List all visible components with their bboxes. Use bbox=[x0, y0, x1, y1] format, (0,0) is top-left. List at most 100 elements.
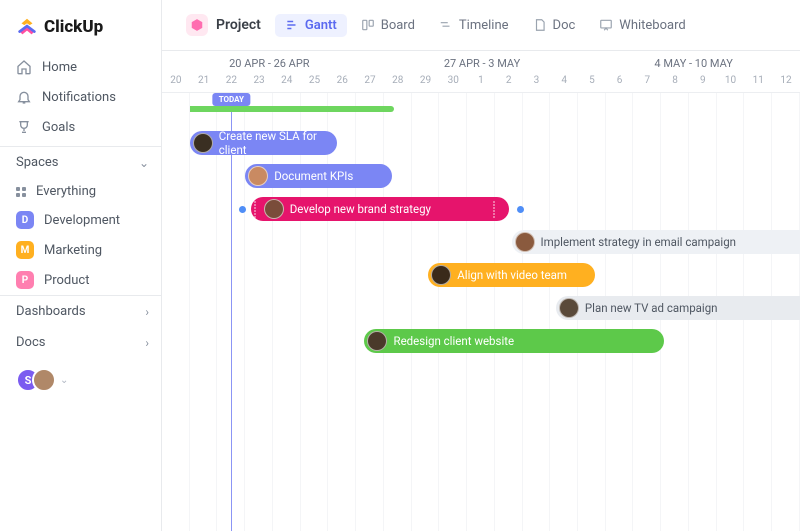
date-cell: 3 bbox=[523, 75, 551, 92]
task-bar[interactable]: Align with video team bbox=[428, 263, 594, 287]
timeline-icon bbox=[439, 18, 453, 32]
date-cell: 28 bbox=[384, 75, 412, 92]
date-cell: 26 bbox=[328, 75, 356, 92]
chevron-down-icon: ⌄ bbox=[139, 156, 149, 170]
date-cell: 12 bbox=[772, 75, 800, 92]
view-tab-whiteboard[interactable]: Whiteboard bbox=[589, 14, 695, 37]
avatar bbox=[431, 265, 451, 285]
space-label: Development bbox=[44, 213, 120, 228]
task-label: Implement strategy in email campaign bbox=[541, 235, 737, 249]
nav-goals[interactable]: Goals bbox=[0, 112, 161, 142]
week-label: 4 MAY - 10 MAY bbox=[654, 57, 732, 70]
spaces-label: Spaces bbox=[16, 155, 59, 170]
brand-logo[interactable]: ClickUp bbox=[0, 0, 161, 48]
avatar bbox=[248, 166, 268, 186]
date-cell: 6 bbox=[606, 75, 634, 92]
date-cell: 7 bbox=[633, 75, 661, 92]
task-label: Align with video team bbox=[457, 268, 567, 282]
nav-notifications-label: Notifications bbox=[42, 90, 116, 105]
dashboards-label: Dashboards bbox=[16, 304, 86, 319]
connector-dot bbox=[239, 206, 246, 213]
docs-label: Docs bbox=[16, 335, 45, 350]
sidebar-space-marketing[interactable]: M Marketing bbox=[0, 235, 161, 265]
nav-notifications[interactable]: Notifications bbox=[0, 82, 161, 112]
avatar bbox=[32, 368, 56, 392]
bell-icon bbox=[16, 89, 32, 105]
task-label: Document KPIs bbox=[274, 169, 353, 183]
date-cell: 22 bbox=[217, 75, 245, 92]
spaces-section-header[interactable]: Spaces ⌄ bbox=[0, 146, 161, 178]
avatar bbox=[559, 298, 579, 318]
cube-icon bbox=[186, 14, 208, 36]
chevron-right-icon: › bbox=[145, 305, 149, 319]
trophy-icon bbox=[16, 119, 32, 135]
gantt-icon bbox=[285, 18, 299, 32]
task-bar[interactable]: Document KPIs bbox=[245, 164, 392, 188]
sidebar-space-development[interactable]: D Development bbox=[0, 205, 161, 235]
sidebar-item-everything[interactable]: Everything bbox=[0, 178, 161, 205]
task-label: Plan new TV ad campaign bbox=[585, 301, 718, 315]
date-cell: 25 bbox=[301, 75, 329, 92]
date-cell: 23 bbox=[245, 75, 273, 92]
date-cell: 24 bbox=[273, 75, 301, 92]
task-bar[interactable]: Develop new brand strategy bbox=[251, 197, 509, 221]
gantt-timeline[interactable]: 20 APR - 26 APR 27 APR - 3 MAY 4 MAY - 10 … bbox=[162, 51, 800, 531]
date-cell: 30 bbox=[439, 75, 467, 92]
task-bar[interactable]: Create new SLA for client bbox=[190, 131, 337, 155]
view-tab-gantt[interactable]: Gantt bbox=[275, 14, 347, 37]
view-tab-timeline[interactable]: Timeline bbox=[429, 14, 519, 37]
date-cell: 5 bbox=[578, 75, 606, 92]
drag-handle-icon[interactable] bbox=[493, 201, 499, 218]
user-avatars[interactable]: S ⌄ bbox=[0, 358, 161, 402]
tasks-container: Create new SLA for client Document KPIs De… bbox=[162, 131, 800, 531]
date-cell: 2 bbox=[495, 75, 523, 92]
space-label: Product bbox=[44, 273, 89, 288]
docs-section-header[interactable]: Docs › bbox=[0, 327, 161, 358]
task-bar[interactable]: Implement strategy in email campaign bbox=[512, 230, 800, 254]
date-cell: 20 bbox=[162, 75, 190, 92]
chevron-right-icon: › bbox=[145, 336, 149, 350]
project-title: Project bbox=[216, 17, 261, 33]
avatar bbox=[264, 199, 284, 219]
date-cell: 9 bbox=[689, 75, 717, 92]
date-row: 2021222324252627282930123456789101112 bbox=[162, 75, 800, 93]
avatar bbox=[367, 331, 387, 351]
space-badge: M bbox=[16, 241, 34, 259]
home-icon bbox=[16, 59, 32, 75]
nav-home[interactable]: Home bbox=[0, 52, 161, 82]
date-cell: 11 bbox=[744, 75, 772, 92]
task-bar[interactable]: Plan new TV ad campaign bbox=[556, 296, 800, 320]
space-label: Marketing bbox=[44, 243, 102, 258]
task-bar[interactable]: Redesign client website bbox=[364, 329, 664, 353]
task-label: Develop new brand strategy bbox=[290, 202, 431, 216]
date-cell: 21 bbox=[190, 75, 218, 92]
task-label: Redesign client website bbox=[393, 334, 514, 348]
brand-name: ClickUp bbox=[44, 17, 103, 37]
view-tab-board[interactable]: Board bbox=[351, 14, 425, 37]
week-labels: 20 APR - 26 APR 27 APR - 3 MAY 4 MAY - 10 … bbox=[162, 57, 800, 70]
progress-fill bbox=[190, 106, 394, 112]
space-badge: D bbox=[16, 211, 34, 229]
doc-icon bbox=[533, 18, 547, 32]
space-badge: P bbox=[16, 271, 34, 289]
nav-goals-label: Goals bbox=[42, 120, 75, 135]
avatar bbox=[193, 133, 213, 153]
dashboards-section-header[interactable]: Dashboards › bbox=[0, 295, 161, 327]
drag-handle-icon[interactable] bbox=[254, 201, 260, 218]
week-label: 20 APR - 26 APR bbox=[229, 57, 309, 70]
whiteboard-icon bbox=[599, 18, 613, 32]
sidebar-everything-label: Everything bbox=[36, 184, 96, 199]
date-cell: 27 bbox=[356, 75, 384, 92]
sidebar-space-product[interactable]: P Product bbox=[0, 265, 161, 295]
chevron-down-icon: ⌄ bbox=[60, 375, 68, 386]
nav-home-label: Home bbox=[42, 60, 77, 75]
avatar bbox=[515, 232, 535, 252]
date-cell: 4 bbox=[550, 75, 578, 92]
today-pill: TODAY bbox=[213, 93, 250, 106]
progress-track bbox=[162, 106, 800, 112]
week-label: 27 APR - 3 MAY bbox=[444, 57, 520, 70]
date-cell: 1 bbox=[467, 75, 495, 92]
view-tab-doc[interactable]: Doc bbox=[523, 14, 586, 37]
clickup-logo-icon bbox=[16, 16, 38, 38]
breadcrumb-project[interactable]: Project bbox=[176, 10, 271, 40]
